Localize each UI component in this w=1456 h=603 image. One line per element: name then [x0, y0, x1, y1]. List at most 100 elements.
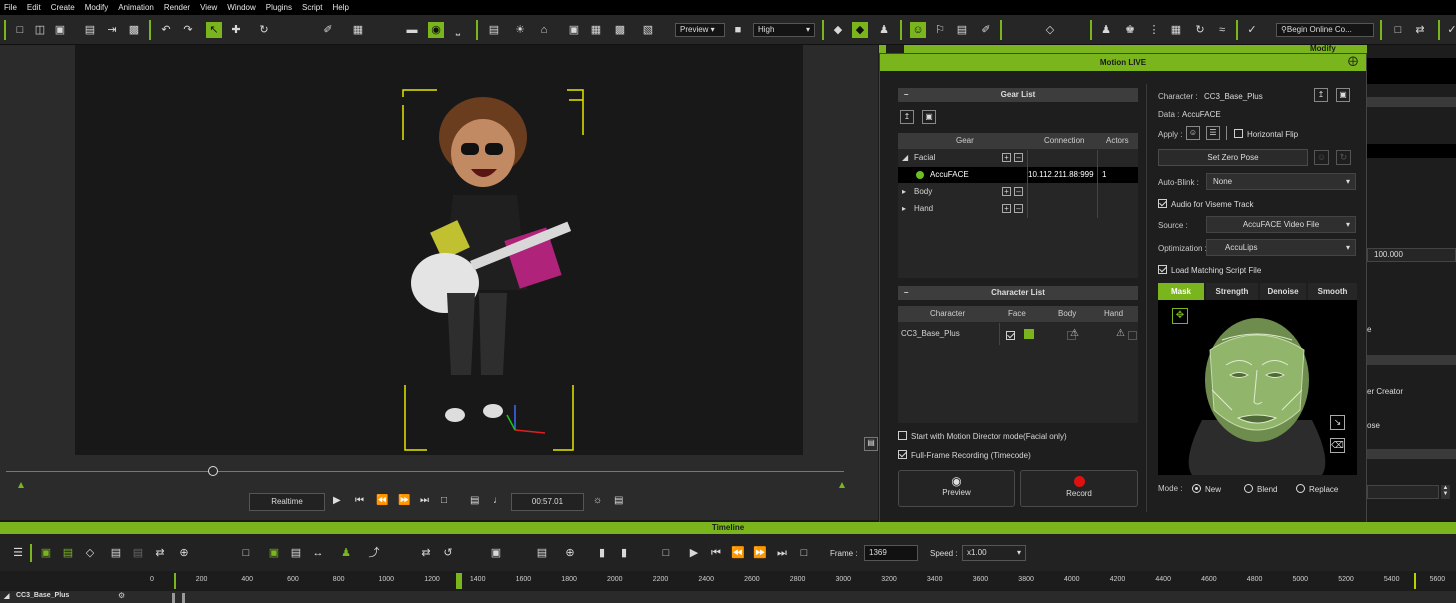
music-note-icon[interactable]: ♩ [493, 495, 503, 506]
record-button[interactable]: Record [1020, 470, 1138, 507]
range-end-marker[interactable] [1414, 573, 1416, 589]
zoom-icon[interactable]: ⊕ [562, 545, 578, 561]
apply-list-icon[interactable]: ☰ [1206, 126, 1220, 140]
insert-icon[interactable]: ⊕ [176, 545, 192, 561]
radio-selected-icon[interactable] [1192, 484, 1201, 493]
menu-file[interactable]: File [4, 3, 17, 12]
fast-forward-icon[interactable]: ⏩ [398, 495, 410, 506]
loop-icon[interactable]: □ [441, 495, 447, 506]
current-frame-marker[interactable] [456, 573, 462, 589]
exchange-icon[interactable]: ⇄ [1412, 22, 1428, 38]
close-icon[interactable]: ⨁ [1348, 57, 1358, 67]
select-region-icon[interactable]: ↘ [1330, 415, 1345, 430]
timeline-play-icon[interactable]: ▶ [686, 545, 702, 561]
rewind-icon[interactable]: ⏪ [376, 495, 388, 506]
open-folder-icon[interactable]: ◫ [32, 22, 48, 38]
motion-director-option[interactable]: Start with Motion Director mode(Facial o… [898, 431, 1067, 441]
menu-edit[interactable]: Edit [27, 3, 41, 12]
playback-scrubber[interactable] [6, 471, 844, 472]
rotate-icon[interactable]: ↻ [256, 22, 272, 38]
save-gear-icon[interactable]: ▣ [922, 110, 936, 124]
mode-replace-option[interactable]: Replace [1296, 484, 1338, 494]
remove-gear-icon[interactable]: – [1014, 187, 1023, 196]
modify-field-dark[interactable] [1367, 144, 1456, 158]
modify-numeric-field[interactable] [1367, 485, 1439, 499]
track-disabled-icon[interactable]: ▤ [130, 545, 146, 561]
track-clip[interactable] [182, 593, 185, 603]
tab-denoise[interactable]: Denoise [1260, 283, 1306, 300]
face-gear-icon[interactable] [1024, 329, 1034, 339]
source-dropdown[interactable]: AccuFACE Video File ▾ [1206, 216, 1356, 233]
iclone-logo-icon[interactable]: ✓ [1244, 22, 1260, 38]
crowd-icon[interactable]: ♟ [1098, 22, 1114, 38]
snap-icon[interactable]: ▬ [404, 22, 420, 38]
menu-animation[interactable]: Animation [118, 3, 154, 12]
add-gear-icon[interactable]: + [1002, 204, 1011, 213]
preview-button[interactable]: ◉ Preview [898, 470, 1015, 507]
menu-window[interactable]: Window [227, 3, 255, 12]
key-frame-icon[interactable]: ▤ [60, 545, 76, 561]
timeline-loop-icon[interactable]: □ [796, 545, 812, 561]
more-icon[interactable]: ✓ [1444, 22, 1456, 38]
zero-pose-reset-icon[interactable]: ↻ [1336, 150, 1351, 165]
character-tool-icon[interactable]: ◆ [830, 22, 846, 38]
track-options-icon[interactable]: ⚙ [118, 591, 125, 600]
load-script-checkbox[interactable] [1158, 265, 1167, 274]
track-icon[interactable]: ▤ [108, 545, 124, 561]
key-icon[interactable]: ▣ [38, 545, 54, 561]
panel-toggle-icon[interactable]: ▤ [864, 437, 878, 451]
transform-icon[interactable]: ✐ [320, 22, 336, 38]
search-input[interactable]: ⚲Begin Online Co... [1276, 23, 1374, 37]
menu-plugins[interactable]: Plugins [266, 3, 292, 12]
path-icon[interactable]: ⤴ [366, 545, 382, 561]
audio-viseme-checkbox[interactable] [1158, 199, 1167, 208]
spin-arrows-icon[interactable]: ▲ ▼ [1441, 485, 1450, 499]
delete-icon[interactable]: ⌫ [1330, 438, 1345, 453]
radio-icon[interactable] [1296, 484, 1305, 493]
project-icon[interactable]: ▤ [82, 22, 98, 38]
remove-gear-icon[interactable]: – [1014, 153, 1023, 162]
tab-mask[interactable]: Mask [1158, 283, 1204, 300]
go-start-icon[interactable]: ⏮ [355, 495, 364, 506]
settings-sun-icon[interactable]: ☼ [593, 495, 602, 506]
expand-icon[interactable]: ▸ [902, 184, 906, 200]
expand-icon[interactable]: ◢ [902, 150, 908, 166]
video-camera-icon[interactable]: ■ [730, 22, 746, 38]
character-row[interactable]: CC3_Base_Plus ⚠ ⚠ [898, 326, 1138, 342]
realtime-mode-field[interactable]: Realtime [249, 493, 325, 511]
timeline-menu-icon[interactable]: ☰ [10, 545, 26, 561]
cycle-icon[interactable]: ↻ [1192, 22, 1208, 38]
mode-new-option[interactable]: New [1192, 484, 1221, 494]
render-area[interactable] [75, 45, 803, 455]
collapse-icon[interactable]: – [904, 286, 908, 300]
time-field[interactable]: 00:57.01 [511, 493, 584, 511]
face-key-icon[interactable]: ☺ [910, 22, 926, 38]
modify-value-field[interactable]: 100.000 [1367, 248, 1456, 262]
language-icon[interactable]: □ [1390, 22, 1406, 38]
gear-row-body[interactable]: ▸ Body + – [898, 184, 1138, 200]
add-clip-icon[interactable]: ▣ [488, 545, 504, 561]
flip-icon[interactable]: ⇄ [418, 545, 434, 561]
pivot-icon[interactable]: ⎵ [450, 22, 466, 38]
flag-icon[interactable]: ⚐ [932, 22, 948, 38]
track-merge-icon[interactable]: ⇄ [152, 545, 168, 561]
preview-mode-dropdown[interactable]: Preview ▾ [675, 23, 725, 37]
group-icon[interactable]: ♚ [1122, 22, 1138, 38]
hand-checkbox[interactable] [1128, 331, 1138, 340]
light-icon[interactable]: ☀ [512, 22, 528, 38]
track-row[interactable]: ◢ CC3_Base_Plus ⚙ [0, 591, 1456, 603]
export-range-icon[interactable]: □ [658, 545, 674, 561]
quality-dropdown[interactable]: High ▾ [753, 23, 815, 37]
collapse-icon[interactable]: – [904, 88, 908, 102]
track-clip[interactable] [172, 593, 175, 603]
motion-layer-icon[interactable]: ♟ [338, 545, 354, 561]
range-icon[interactable]: ▣ [266, 545, 282, 561]
import-gear-icon[interactable]: ↥ [900, 110, 914, 124]
horizontal-flip-option[interactable]: Horizontal Flip [1234, 129, 1298, 139]
add-gear-icon[interactable]: + [1002, 187, 1011, 196]
motion-director-checkbox[interactable] [898, 431, 907, 440]
character-list-header[interactable]: Character List – [898, 286, 1138, 300]
face-mask-preview[interactable]: ✥ ↘ ⌫ [1158, 300, 1357, 475]
radio-icon[interactable] [1244, 484, 1253, 493]
camera-view-icon[interactable]: ▤ [486, 22, 502, 38]
